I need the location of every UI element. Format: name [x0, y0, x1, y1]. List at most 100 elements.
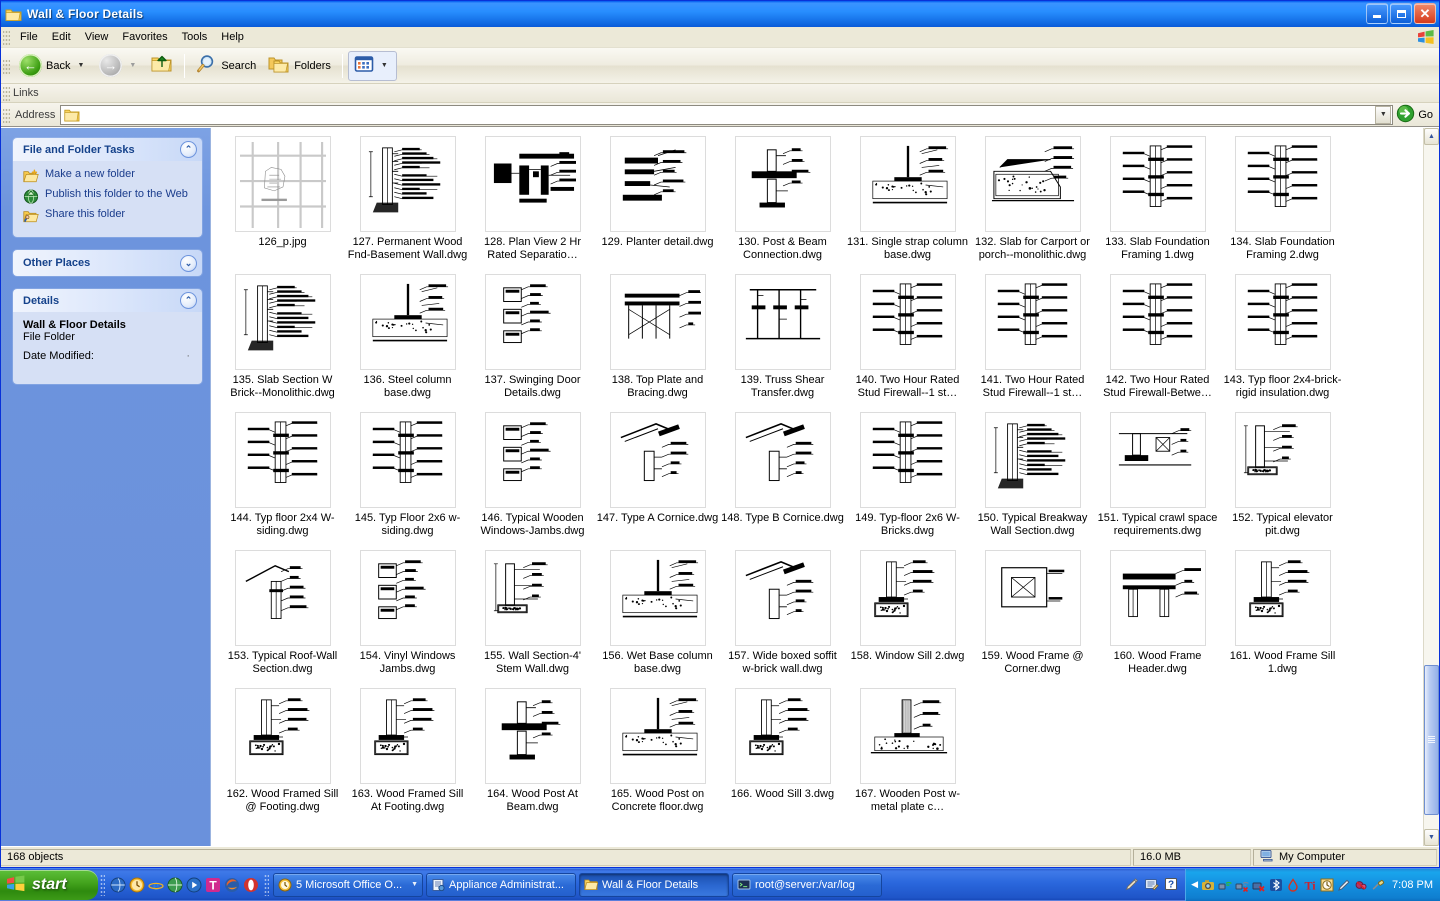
menu-item-help[interactable]: Help: [214, 28, 251, 47]
file-item[interactable]: 165. Wood Post on Concrete floor.dwg: [595, 684, 720, 822]
panel-header-file-tasks[interactable]: File and Folder Tasks ⌃: [13, 138, 202, 161]
scroll-down-button[interactable]: ▼: [1424, 829, 1439, 846]
address-input[interactable]: [82, 109, 1375, 121]
clock-icon[interactable]: [129, 877, 145, 893]
camera-icon[interactable]: [1201, 878, 1215, 892]
sound-muted-icon[interactable]: [1354, 878, 1368, 892]
start-button[interactable]: start: [0, 870, 98, 900]
taskbar-group-dropdown-icon[interactable]: ▼: [411, 881, 418, 888]
menu-item-favorites[interactable]: Favorites: [115, 28, 174, 47]
help-icon[interactable]: ?: [1164, 877, 1179, 892]
file-item[interactable]: 133. Slab Foundation Framing 1.dwg: [1095, 132, 1220, 270]
plug-icon[interactable]: [1371, 878, 1385, 892]
chevron-up-icon[interactable]: ⌃: [180, 292, 197, 309]
file-item[interactable]: 152. Typical elevator pit.dwg: [1220, 408, 1345, 546]
file-item[interactable]: 132. Slab for Carport or porch--monolith…: [970, 132, 1095, 270]
file-item[interactable]: 157. Wide boxed soffit w-brick wall.dwg: [720, 546, 845, 684]
file-item[interactable]: 145. Typ Floor 2x6 w-siding.dwg: [345, 408, 470, 546]
file-item[interactable]: 128. Plan View 2 Hr Rated Separatio…: [470, 132, 595, 270]
file-item[interactable]: 166. Wood Sill 3.dwg: [720, 684, 845, 822]
drop-icon[interactable]: [1286, 878, 1300, 892]
panel-header-other-places[interactable]: Other Places ⌄: [13, 250, 202, 276]
taskbar-task-button[interactable]: Wall & Floor Details: [579, 873, 729, 897]
network-error-icon[interactable]: [1252, 878, 1266, 892]
scroll-up-button[interactable]: ▲: [1424, 128, 1439, 145]
vertical-scrollbar[interactable]: ▲ ▼: [1423, 128, 1439, 846]
taskbar-task-button[interactable]: root@server:/var/log: [732, 873, 882, 897]
file-item[interactable]: 161. Wood Frame Sill 1.dwg: [1220, 546, 1345, 684]
network-disconnected-icon[interactable]: [1235, 878, 1249, 892]
media-player-icon[interactable]: [186, 877, 202, 893]
scrollbar-thumb[interactable]: [1424, 665, 1439, 815]
search-button[interactable]: Search: [190, 51, 262, 81]
up-button[interactable]: [145, 51, 179, 81]
menu-item-tools[interactable]: Tools: [175, 28, 215, 47]
opera-icon[interactable]: [243, 877, 259, 893]
tablet-icon[interactable]: [1144, 877, 1159, 892]
internet-explorer-icon[interactable]: e: [148, 877, 164, 893]
file-item[interactable]: 138. Top Plate and Bracing.dwg: [595, 270, 720, 408]
menu-item-view[interactable]: View: [78, 28, 116, 47]
file-item[interactable]: 141. Two Hour Rated Stud Firewall--1 st…: [970, 270, 1095, 408]
file-item[interactable]: 126_p.jpg: [220, 132, 345, 270]
file-item[interactable]: 153. Typical Roof-Wall Section.dwg: [220, 546, 345, 684]
file-item[interactable]: 163. Wood Framed Sill At Footing.dwg: [345, 684, 470, 822]
folders-button[interactable]: Folders: [262, 51, 337, 81]
file-item[interactable]: 147. Type A Cornice.dwg: [595, 408, 720, 546]
file-item[interactable]: 136. Steel column base.dwg: [345, 270, 470, 408]
menu-item-file[interactable]: File: [13, 28, 45, 47]
file-item[interactable]: 162. Wood Framed Sill @ Footing.dwg: [220, 684, 345, 822]
file-item[interactable]: 149. Typ-floor 2x6 W-Bricks.dwg: [845, 408, 970, 546]
menu-grip[interactable]: [3, 29, 10, 45]
ti-icon[interactable]: Ti: [1303, 878, 1317, 892]
file-item[interactable]: 156. Wet Base column base.dwg: [595, 546, 720, 684]
chevron-left-icon[interactable]: ◀: [1191, 879, 1198, 890]
file-item[interactable]: 150. Typical Breakway Wall Section.dwg: [970, 408, 1095, 546]
task-share-folder[interactable]: Share this folder: [23, 208, 194, 224]
firefox-icon[interactable]: [224, 877, 240, 893]
taskbar-clock[interactable]: 7:08 PM: [1392, 879, 1433, 891]
file-item[interactable]: 142. Two Hour Rated Stud Firewall-Betwe…: [1095, 270, 1220, 408]
file-item[interactable]: 134. Slab Foundation Framing 2.dwg: [1220, 132, 1345, 270]
pen-icon[interactable]: [1124, 877, 1139, 892]
scrollbar-track[interactable]: [1424, 145, 1439, 829]
back-dropdown-icon[interactable]: ▼: [77, 62, 84, 69]
taskbar-task-button[interactable]: Appliance Administrat...: [426, 873, 576, 897]
file-item[interactable]: 146. Typical Wooden Windows-Jambs.dwg: [470, 408, 595, 546]
toolbar-grip[interactable]: [3, 58, 10, 74]
file-item[interactable]: 140. Two Hour Rated Stud Firewall--1 st…: [845, 270, 970, 408]
file-item[interactable]: 139. Truss Shear Transfer.dwg: [720, 270, 845, 408]
minimize-button[interactable]: [1366, 3, 1388, 24]
forward-dropdown-icon[interactable]: ▼: [129, 62, 136, 69]
file-item[interactable]: 151. Typical crawl space requirements.dw…: [1095, 408, 1220, 546]
address-grip[interactable]: [3, 107, 10, 123]
close-button[interactable]: ✕: [1414, 3, 1436, 24]
views-dropdown-icon[interactable]: ▼: [381, 62, 388, 69]
maximize-restore-button[interactable]: [1390, 3, 1412, 24]
address-dropdown-button[interactable]: ▼: [1375, 106, 1391, 124]
clock-tray-icon[interactable]: [1320, 878, 1334, 892]
file-item[interactable]: 135. Slab Section W Brick--Monolithic.dw…: [220, 270, 345, 408]
links-grip[interactable]: [3, 85, 10, 101]
task-make-new-folder[interactable]: Make a new folder: [23, 168, 194, 184]
file-item[interactable]: 164. Wood Post At Beam.dwg: [470, 684, 595, 822]
file-item[interactable]: 127. Permanent Wood Fnd-Basement Wall.dw…: [345, 132, 470, 270]
file-item[interactable]: 159. Wood Frame @ Corner.dwg: [970, 546, 1095, 684]
bluetooth-icon[interactable]: [1269, 878, 1283, 892]
address-field[interactable]: ▼: [60, 105, 1393, 125]
file-item[interactable]: 158. Window Sill 2.dwg: [845, 546, 970, 684]
file-item[interactable]: 148. Type B Cornice.dwg: [720, 408, 845, 546]
taskbar-task-button[interactable]: 5 Microsoft Office O...▼: [273, 873, 423, 897]
back-button[interactable]: ← Back ▼: [13, 51, 93, 81]
views-button[interactable]: ▼: [348, 51, 397, 81]
t-app-icon[interactable]: T: [205, 877, 221, 893]
file-item[interactable]: 143. Typ floor 2x4-brick-rigid insulatio…: [1220, 270, 1345, 408]
forward-button[interactable]: → ▼: [93, 51, 145, 81]
file-item[interactable]: 137. Swinging Door Details.dwg: [470, 270, 595, 408]
file-item[interactable]: 160. Wood Frame Header.dwg: [1095, 546, 1220, 684]
pen-tray-icon[interactable]: [1337, 878, 1351, 892]
file-list-view[interactable]: 126_p.jpg 127. Permanent Wood Fnd-Baseme…: [210, 128, 1439, 846]
file-item[interactable]: 131. Single strap column base.dwg: [845, 132, 970, 270]
file-item[interactable]: 167. Wooden Post w-metal plate c…: [845, 684, 970, 822]
browser-icon[interactable]: [167, 877, 183, 893]
